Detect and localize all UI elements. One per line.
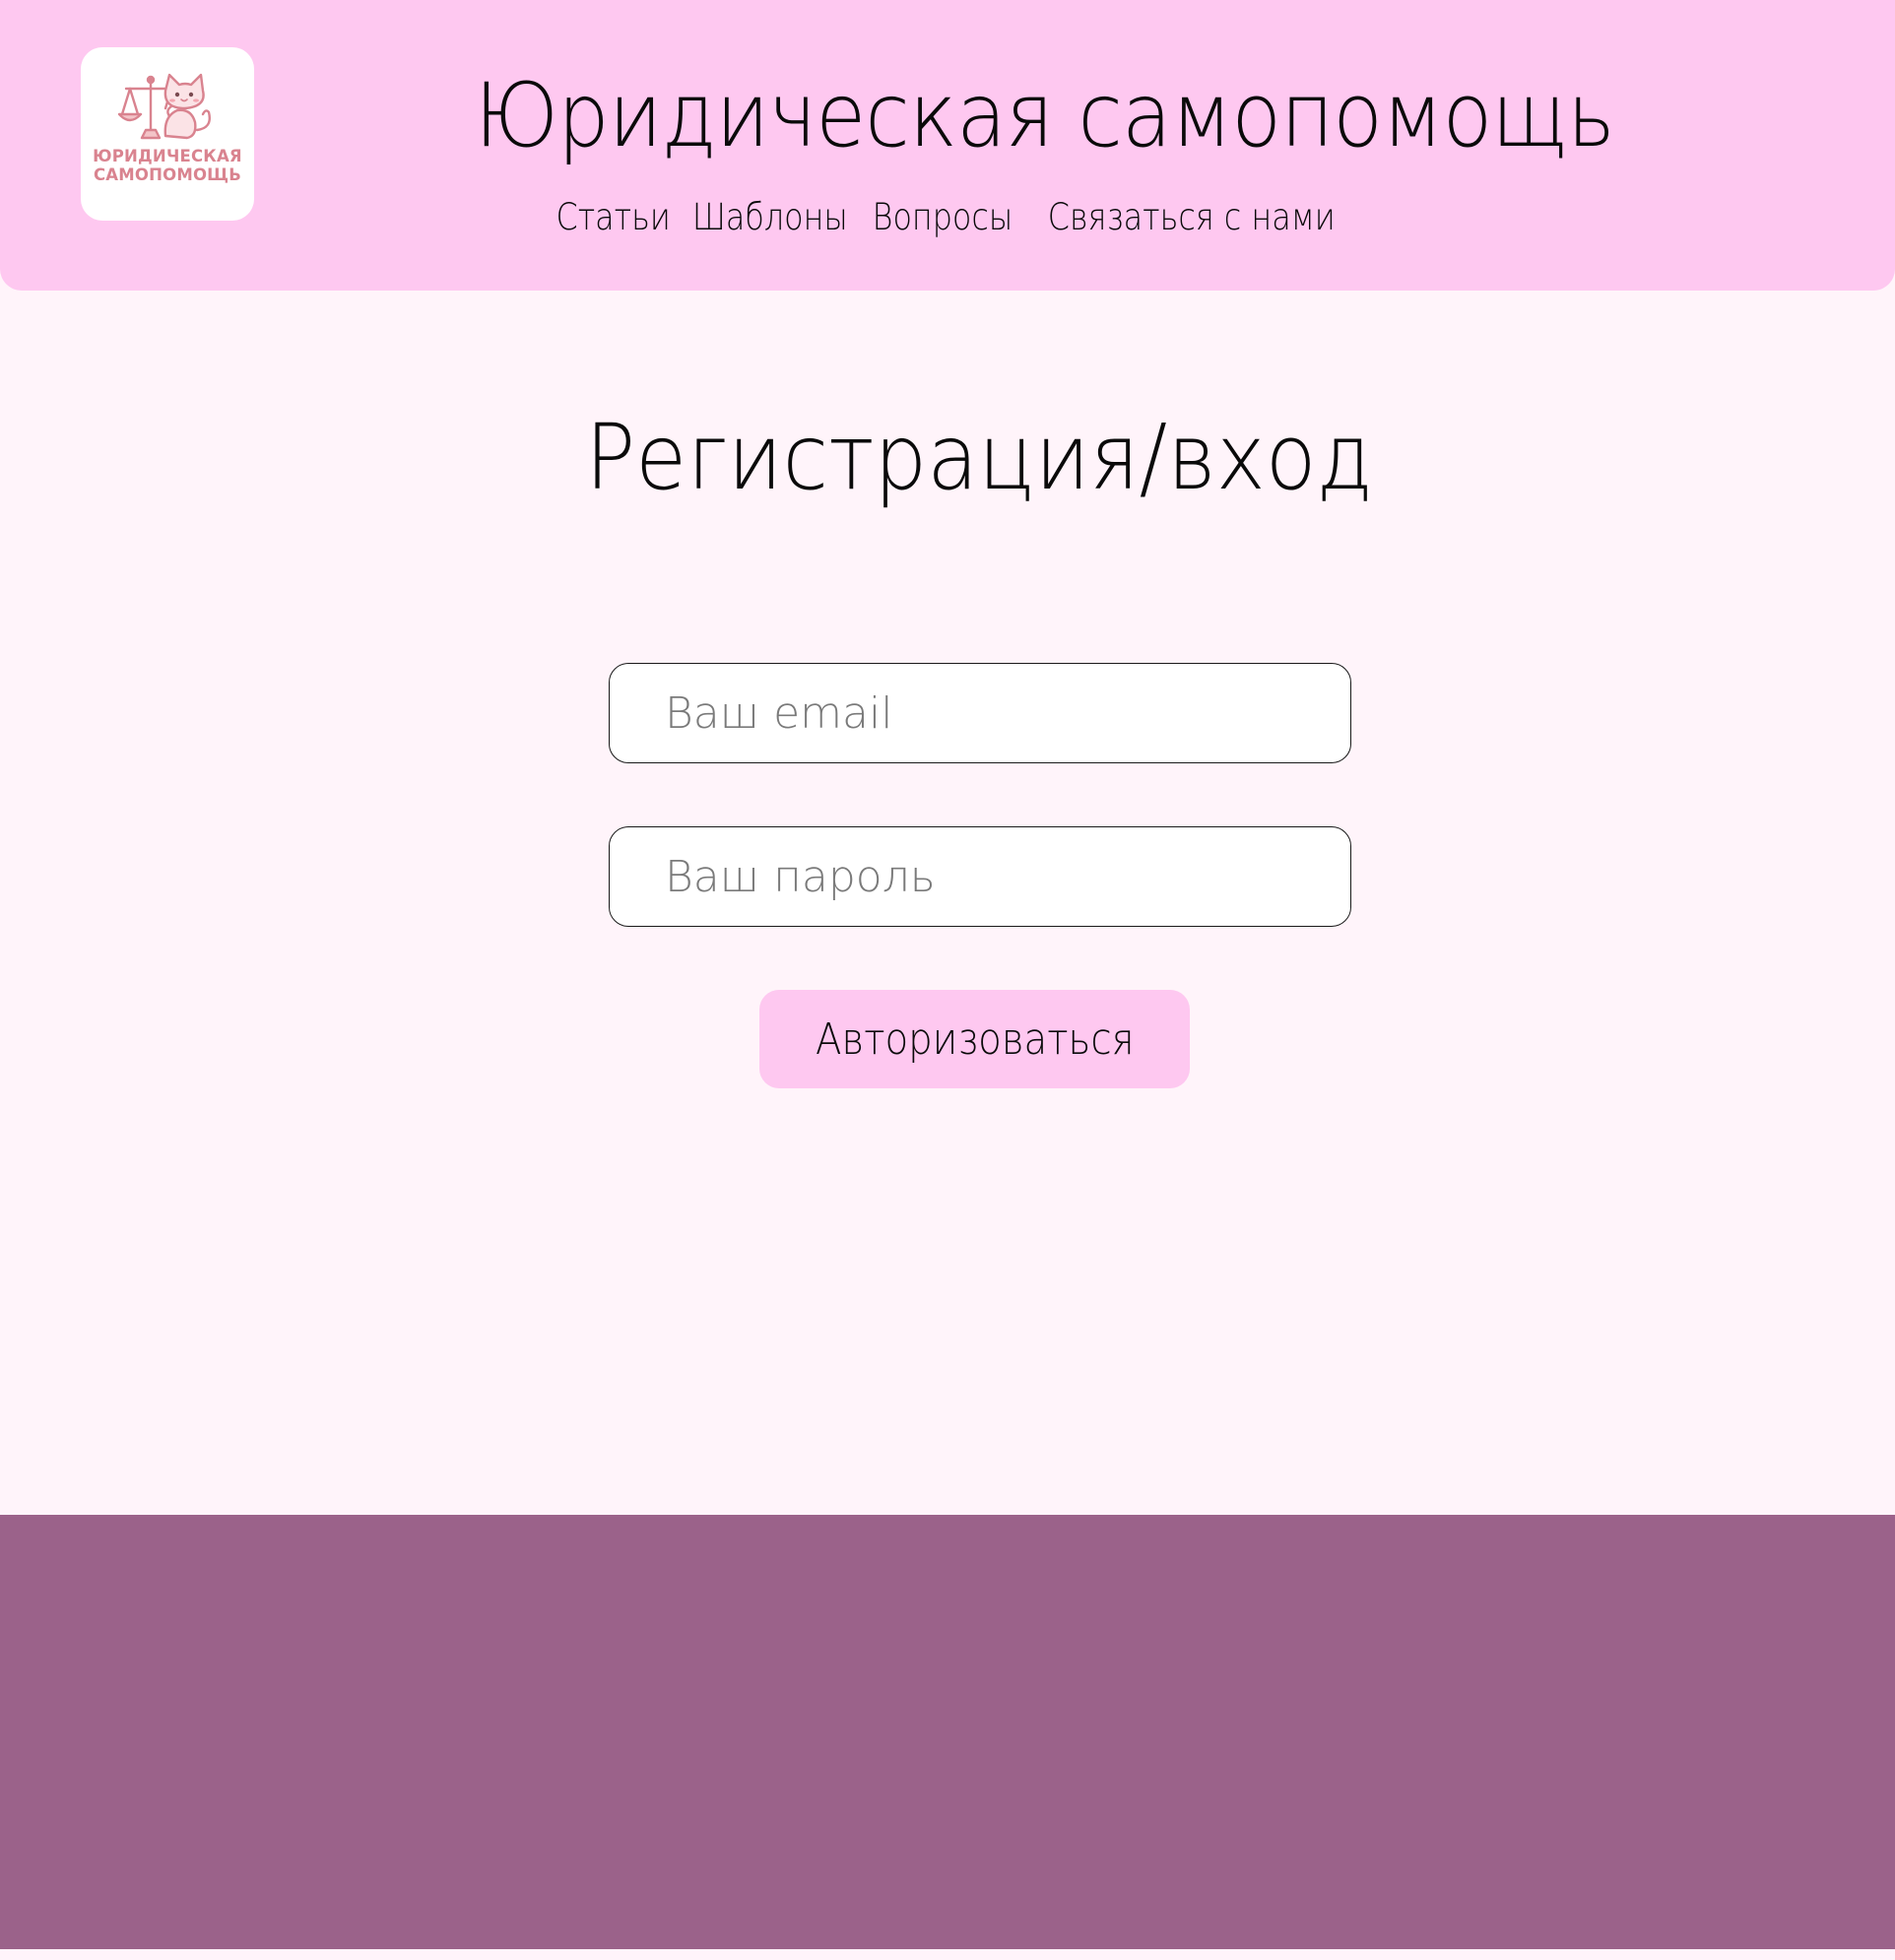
logo-text-line2: САМОПОМОЩЬ [93,165,242,184]
site-header: ЮРИДИЧЕСКАЯ САМОПОМОЩЬ Юридическая самоп… [0,0,1895,291]
nav-link-articles[interactable]: Статьи [555,196,670,238]
nav-link-questions[interactable]: Вопросы [873,196,1013,238]
authorize-button[interactable]: Авторизоваться [759,990,1190,1088]
site-title: Юридическая самопомощь [474,64,1615,167]
nav-link-contact[interactable]: Связаться с нами [1048,196,1336,238]
password-input[interactable] [609,826,1351,927]
nav-link-templates[interactable]: Шаблоны [692,196,848,238]
logo-text-line1: ЮРИДИЧЕСКАЯ [93,147,242,165]
authorize-button-label: Авторизоваться [815,1013,1135,1065]
page-title: Регистрация/вход [585,405,1373,510]
email-input[interactable] [609,663,1351,763]
site-logo[interactable]: ЮРИДИЧЕСКАЯ САМОПОМОЩЬ [81,47,254,221]
scales-cat-icon [117,73,211,140]
site-footer [0,1515,1895,1949]
main-nav: Статьи Шаблоны Вопросы Связаться с нами [547,187,1344,246]
